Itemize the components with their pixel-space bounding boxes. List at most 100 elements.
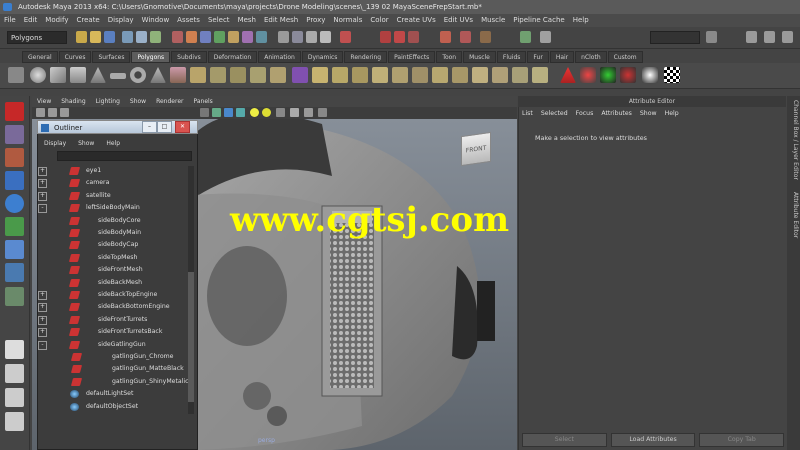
menu-muscle[interactable]: Muscle <box>477 14 509 27</box>
mask-deformations-icon[interactable] <box>214 31 225 43</box>
viewport-menu-shading[interactable]: Shading <box>56 96 90 107</box>
snap-grid-icon[interactable] <box>278 31 289 43</box>
load-attributes-button[interactable]: Load Attributes <box>610 433 696 447</box>
outliner-item[interactable]: defaultLightSet <box>38 388 186 400</box>
outliner-item[interactable]: gatlingGun_MatteBlack <box>38 363 186 375</box>
lasso-tool-icon[interactable] <box>5 125 24 144</box>
tool-settings-toggle-icon[interactable] <box>764 31 775 43</box>
outliner-item[interactable]: + sideBackBottomEngine <box>38 301 186 313</box>
shelf-tab-animation[interactable]: Animation <box>258 51 301 63</box>
menu-modify[interactable]: Modify <box>41 14 72 27</box>
attr-menu-help[interactable]: Help <box>665 109 687 119</box>
wireframe-on-shaded-icon[interactable] <box>236 108 245 117</box>
menu-edit-mesh[interactable]: Edit Mesh <box>260 14 302 27</box>
outliner-item[interactable]: sideTopMesh <box>38 252 186 264</box>
outliner-item[interactable]: sideBodyCap <box>38 239 186 251</box>
soft-modification-icon[interactable] <box>5 263 24 282</box>
poly-plane-icon[interactable] <box>110 73 126 79</box>
outliner-item[interactable]: + satellite <box>38 190 186 202</box>
shelf-tab-polygons[interactable]: Polygons <box>131 51 171 63</box>
smooth-shade-icon[interactable] <box>224 108 233 117</box>
outliner-item[interactable]: gatlingGun_ShinyMetalic <box>38 376 189 388</box>
use-all-lights-icon[interactable] <box>262 108 271 117</box>
attr-menu-list[interactable]: List <box>522 109 541 119</box>
menu-assets[interactable]: Assets <box>173 14 204 27</box>
menu-create-uvs[interactable]: Create UVs <box>393 14 440 27</box>
outliner-scrollbar-thumb[interactable] <box>188 272 194 402</box>
poly-pipe-icon[interactable] <box>170 67 186 83</box>
camera-select-icon[interactable] <box>36 108 45 117</box>
average-vertices-icon[interactable] <box>270 67 286 83</box>
menu-set-dropdown[interactable]: Polygons <box>7 31 67 44</box>
render-settings-icon[interactable] <box>408 31 419 43</box>
expand-icon[interactable]: + <box>38 291 47 300</box>
shelf-tab-general[interactable]: General <box>22 51 58 63</box>
new-scene-icon[interactable] <box>76 31 87 43</box>
menu-display[interactable]: Display <box>104 14 138 27</box>
bridge-icon[interactable] <box>352 67 368 83</box>
planar-mapping-icon[interactable] <box>620 67 636 83</box>
shelf-tab-deformation[interactable]: Deformation <box>207 51 258 63</box>
viewport-menu-show[interactable]: Show <box>125 96 151 107</box>
mirror-geometry-icon[interactable] <box>312 67 328 83</box>
shelf-tab-muscle[interactable]: Muscle <box>463 51 496 63</box>
save-scene-icon[interactable] <box>104 31 115 43</box>
viewport-menu-renderer[interactable]: Renderer <box>151 96 188 107</box>
select-hierarchy-icon[interactable] <box>122 31 133 43</box>
shelf-menu-icon[interactable] <box>8 67 24 83</box>
outliner-item[interactable]: + eye1 <box>38 165 186 177</box>
menu-create[interactable]: Create <box>72 14 103 27</box>
expand-icon[interactable]: + <box>38 315 47 325</box>
view-cube[interactable]: FRONT <box>461 131 491 167</box>
ipr-render-icon[interactable] <box>394 31 405 43</box>
expand-icon[interactable]: + <box>38 179 47 189</box>
outliner-item[interactable]: - sideGatlingGun <box>38 339 186 351</box>
merge-vertices-icon[interactable] <box>472 67 488 83</box>
isolate-select-icon[interactable] <box>290 108 299 117</box>
outliner-menu-display[interactable]: Display <box>38 139 72 149</box>
close-button[interactable]: ✕ <box>175 121 190 133</box>
outliner-item[interactable]: sideFrontMesh <box>38 264 186 276</box>
delete-edge-icon[interactable] <box>512 67 528 83</box>
attr-menu-attributes[interactable]: Attributes <box>601 109 640 119</box>
outliner-item[interactable]: gatlingGun_Chrome <box>38 351 186 363</box>
bevel-icon[interactable] <box>452 67 468 83</box>
select-tool-icon[interactable] <box>5 102 24 121</box>
outliner-item[interactable]: + sideFrontTurrets <box>38 314 186 326</box>
attr-menu-focus[interactable]: Focus <box>576 109 602 119</box>
outliner-item[interactable]: - leftSideBodyMain <box>38 202 186 214</box>
menu-edit[interactable]: Edit <box>20 14 42 27</box>
attr-menu-show[interactable]: Show <box>640 109 665 119</box>
four-view-layout-icon[interactable] <box>5 364 24 383</box>
mask-surfaces-icon[interactable] <box>200 31 211 43</box>
paint-selection-tool-icon[interactable] <box>5 148 24 167</box>
outliner-item[interactable]: + camera <box>38 177 186 189</box>
outliner-filter-input[interactable] <box>57 151 192 161</box>
wireframe-icon[interactable] <box>212 108 221 117</box>
outliner-menu-show[interactable]: Show <box>72 139 100 149</box>
outliner-menu-help[interactable]: Help <box>100 139 126 149</box>
automatic-mapping-icon[interactable] <box>642 67 658 83</box>
shelf-tab-hair[interactable]: Hair <box>549 51 575 63</box>
channel-box-side-tab[interactable]: Channel Box / Layer Editor <box>788 100 799 180</box>
shelf-tab-painteffects[interactable]: PaintEffects <box>388 51 436 63</box>
select-component-icon[interactable] <box>150 31 161 43</box>
maximize-button[interactable]: □ <box>157 121 172 133</box>
offset-edge-loop-icon[interactable] <box>432 67 448 83</box>
outliner-item[interactable]: + sideBackTopEngine <box>38 289 186 301</box>
construction-history-icon[interactable] <box>340 31 351 43</box>
menu-select[interactable]: Select <box>204 14 234 27</box>
persp-outliner-layout-icon[interactable] <box>5 388 24 407</box>
shelf-tab-custom[interactable]: Custom <box>607 51 643 63</box>
shelf-tab-ncloth[interactable]: nCloth <box>575 51 607 63</box>
outliner-item[interactable]: sideBodyMain <box>38 227 186 239</box>
hypershade-icon[interactable] <box>460 31 471 43</box>
viewport-menu-panels[interactable]: Panels <box>188 96 217 107</box>
menu-file[interactable]: File <box>0 14 20 27</box>
separate-icon[interactable] <box>210 67 226 83</box>
shelf-tab-subdivs[interactable]: Subdivs <box>171 51 207 63</box>
xray-icon[interactable] <box>304 108 313 117</box>
expand-icon[interactable]: + <box>38 303 47 313</box>
camera-attributes-icon[interactable] <box>48 108 57 117</box>
quick-select-input[interactable] <box>650 31 700 44</box>
